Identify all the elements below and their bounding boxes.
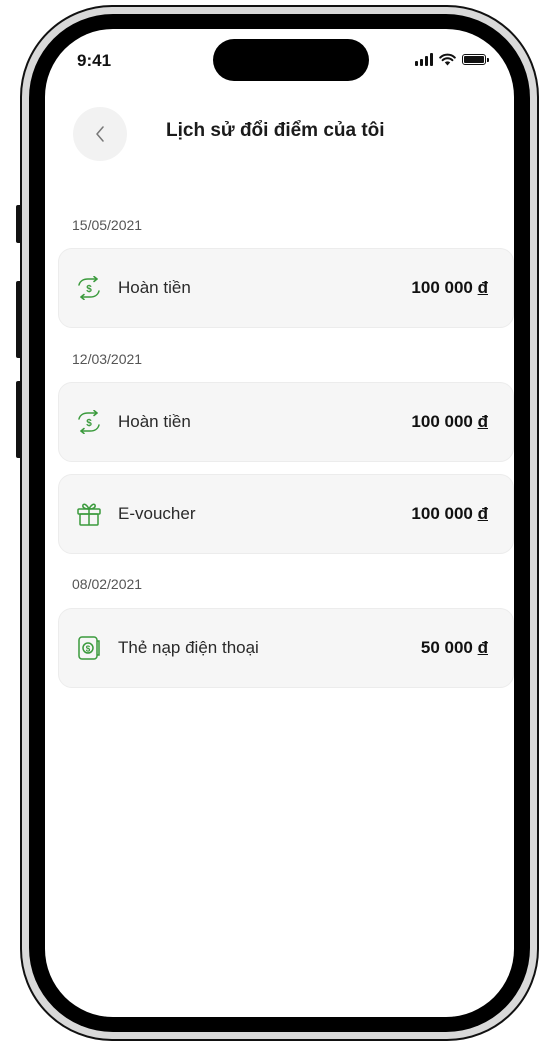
- item-amount: 100 000 đ: [411, 412, 488, 431]
- refund-exchange-icon: $: [75, 408, 103, 436]
- cellular-signal-icon: [415, 53, 433, 66]
- history-item[interactable]: $ Hoàn tiền 100 000 đ: [58, 382, 514, 462]
- history-item[interactable]: E-voucher 100 000 đ: [58, 474, 514, 554]
- date-label: 15/05/2021: [72, 217, 143, 233]
- wifi-icon: [439, 53, 456, 66]
- item-label: Hoàn tiền: [118, 412, 191, 431]
- gift-icon: [75, 500, 103, 528]
- page-title: Lịch sử đổi điểm của tôi: [166, 120, 385, 141]
- date-label: 08/02/2021: [72, 576, 143, 592]
- history-item[interactable]: $ Hoàn tiền 100 000 đ: [58, 248, 514, 328]
- date-label: 12/03/2021: [72, 351, 143, 367]
- phone-card-icon: $: [75, 634, 103, 662]
- history-item[interactable]: $ Thẻ nạp điện thoại 50 000 đ: [58, 608, 514, 688]
- svg-text:$: $: [86, 284, 92, 295]
- battery-icon: [462, 54, 489, 65]
- status-time: 9:41: [77, 51, 112, 70]
- phone-screen: 9:41 Lịch sử đổi điểm của tôi 15/05/2021…: [45, 29, 514, 1017]
- item-label: E-voucher: [118, 504, 196, 523]
- svg-text:$: $: [86, 645, 91, 654]
- status-icons: [415, 53, 489, 66]
- item-amount: 100 000 đ: [411, 278, 488, 297]
- item-label: Hoàn tiền: [118, 278, 191, 297]
- svg-text:$: $: [86, 418, 92, 429]
- item-label: Thẻ nạp điện thoại: [118, 638, 259, 657]
- dynamic-island: [213, 39, 369, 81]
- chevron-left-icon: [96, 126, 104, 142]
- back-button[interactable]: [73, 107, 127, 161]
- item-amount: 100 000 đ: [411, 504, 488, 523]
- item-amount: 50 000 đ: [420, 638, 488, 657]
- refund-exchange-icon: $: [75, 274, 103, 302]
